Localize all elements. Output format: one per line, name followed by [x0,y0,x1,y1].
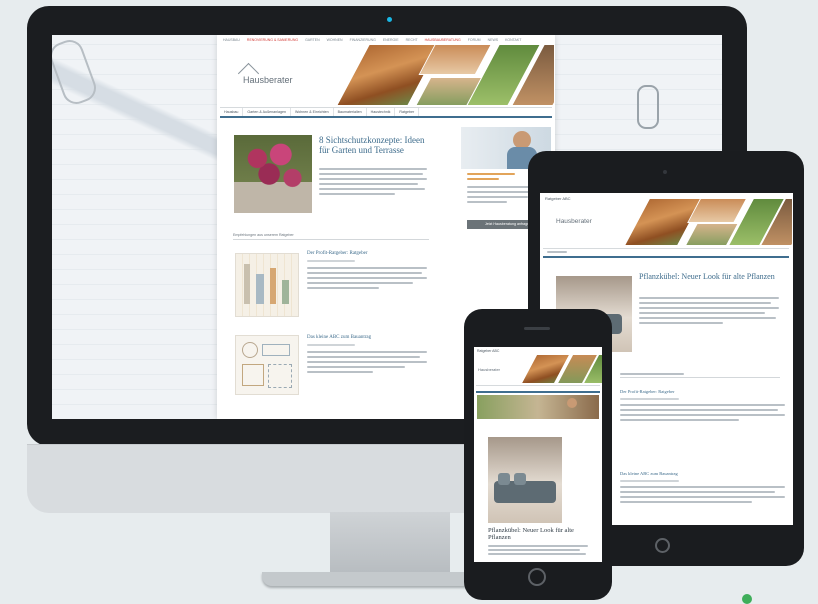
top-nav-item[interactable]: HAUSBAU [223,38,240,42]
home-button[interactable] [528,568,546,586]
site-logo[interactable]: Hausberater [478,367,500,372]
top-nav-item[interactable]: WOHNEN [327,38,343,42]
featured-article-excerpt [639,297,779,324]
phone-advisor-banner[interactable] [477,395,599,419]
camera-icon [663,170,667,174]
article-title[interactable]: Das kleine ABC zum Bauantrag [620,471,678,476]
site-logo-text: Hausberater [478,367,501,372]
top-nav-item[interactable]: NEWS [488,38,499,42]
top-nav-item[interactable]: KONTAKT [505,38,521,42]
main-nav-item[interactable]: Ratgeber [395,108,420,116]
featured-article-title[interactable]: Pflanzkübel: Neuer Look für alte Pflanze… [639,272,789,282]
main-nav-item[interactable]: Haustechnik [367,108,396,116]
article-image-sketches[interactable] [235,335,299,395]
featured-article-excerpt [488,545,588,557]
main-nav-item[interactable]: Baumaterialien [334,108,367,116]
featured-article-image[interactable] [488,437,562,523]
article-excerpt [620,398,785,421]
header-image-strip [622,199,792,245]
site-logo[interactable]: Hausberater [556,218,592,225]
featured-article-title[interactable]: 8 Sichtschutzkonzepte: Ideen für Garten … [319,135,429,155]
article-excerpt [620,480,785,503]
article-title[interactable]: Der Profit-Ratgeber: Ratgeber [307,251,368,257]
article-excerpt [307,344,427,373]
main-nav-item[interactable]: Hausbau [220,108,244,116]
top-nav-item[interactable]: ENERGIE [383,38,399,42]
featured-article-title[interactable]: Pflanzkübel: Neuer Look für alte Pflanze… [488,527,588,542]
phone-top-label: Ratgeber ABC [477,349,500,353]
featured-article-excerpt [319,168,427,195]
camera-icon [387,17,392,22]
header-image-strip [520,355,602,383]
phone-main-navigation[interactable] [476,385,600,393]
phone-screen: Ratgeber ABC Hausberater Pflanzkübel: Ne… [474,347,602,562]
top-nav-item[interactable]: FORUM [468,38,481,42]
main-nav-item[interactable]: Wohnen & Einrichten [291,108,334,116]
speaker-icon [524,327,550,330]
top-nav-item[interactable]: RECHT [406,38,418,42]
main-nav-item[interactable]: Garten & Außenanlagen [243,108,291,116]
paperclip-icon [637,85,659,129]
article-title[interactable]: Das kleine ABC zum Bauantrag [307,335,371,341]
site-logo[interactable]: Hausberater [237,62,293,85]
article-image-blueprint[interactable] [235,253,299,317]
top-navigation: HAUSBAU RENOVIERUNG & SANIERUNG GARTEN WOHN… [223,38,521,42]
article-excerpt [307,260,427,289]
status-dot-icon [742,594,752,604]
desktop-monitor-stand [330,512,450,572]
article-title[interactable]: Der Profit-Ratgeber: Ratgeber [620,389,674,394]
tablet-main-navigation[interactable] [543,248,789,258]
home-button[interactable] [655,538,670,553]
main-navigation: Hausbau Garten & Außenanlagen Wohnen & Ein… [220,107,552,118]
recommended-heading [620,373,780,378]
featured-article-image[interactable] [234,135,312,213]
header-image-strip [332,45,554,105]
top-nav-item[interactable]: RENOVIERUNG & SANIERUNG [247,38,298,42]
top-nav-item[interactable]: GARTEN [305,38,320,42]
top-nav-item[interactable]: HAUSBAUBERATUNG [425,38,461,42]
top-nav-item[interactable]: FINANZIERUNG [350,38,376,42]
tablet-top-label: Ratgeber ABC [545,196,571,201]
site-logo-text: Hausberater [556,218,592,225]
recommended-heading: Empfehlungen aus unserem Ratgeber [233,233,429,240]
